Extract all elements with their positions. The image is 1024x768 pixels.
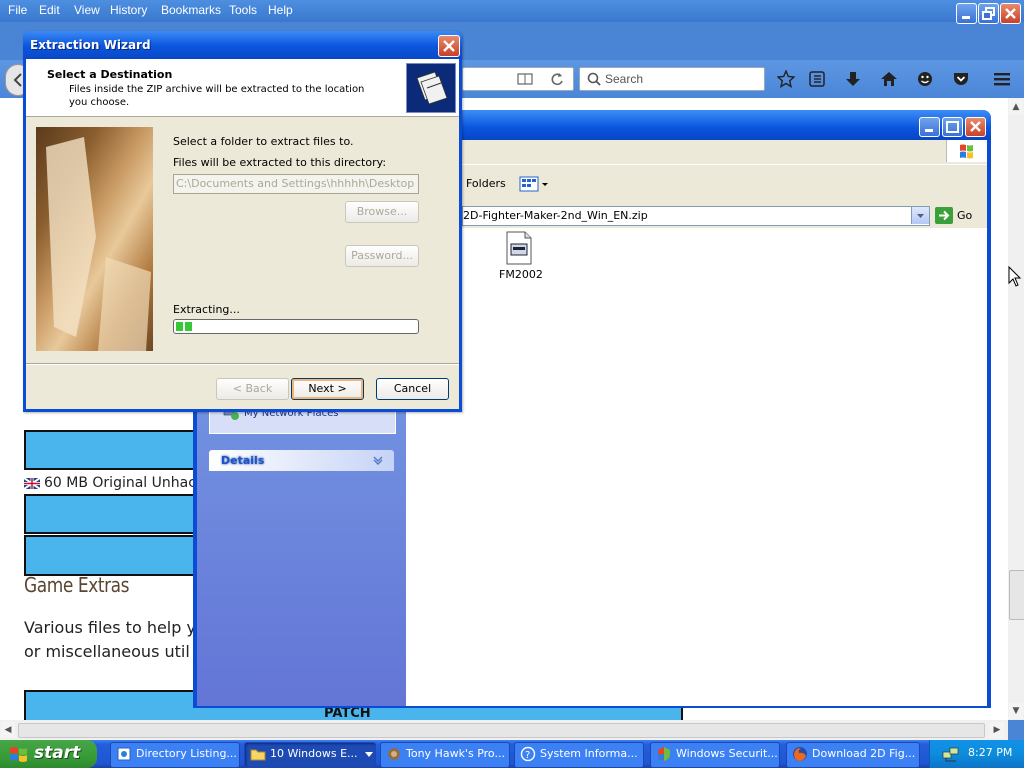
address-dropdown-icon[interactable] — [911, 207, 929, 224]
browse-button[interactable]: Browse... — [345, 201, 419, 223]
scroll-right-button[interactable]: ▶ — [990, 722, 1004, 738]
explorer-maximize-button[interactable] — [942, 117, 963, 137]
firefox-menubar: File Edit View History Bookmarks Tools H… — [0, 0, 1024, 22]
wizard-divider — [26, 363, 459, 364]
address-text: 2D-Fighter-Maker-2nd_Win_EN.zip — [463, 209, 648, 222]
menu-file[interactable]: File — [8, 3, 27, 17]
wizard-header-title: Select a Destination — [47, 68, 173, 81]
explorer-close-button[interactable] — [965, 117, 986, 137]
file-label[interactable]: FM2002 — [499, 268, 543, 281]
game-icon — [388, 748, 400, 760]
task-firefox-download[interactable]: Download 2D Fig... — [786, 742, 920, 768]
task-windows-security[interactable]: Windows Securit... — [650, 742, 780, 768]
wizard-close-button[interactable] — [438, 35, 460, 57]
task-system-information[interactable]: ? System Informa... — [514, 742, 644, 768]
back-wizard-button[interactable]: < Back — [216, 378, 289, 400]
pocket-icon[interactable] — [952, 70, 970, 88]
progress-fill — [176, 322, 193, 331]
security-shield-icon — [658, 747, 670, 761]
menu-tools[interactable]: Tools — [229, 3, 257, 17]
download-bar[interactable] — [24, 430, 203, 470]
wizard-title: Extraction Wizard — [30, 38, 151, 52]
windows-logo-icon — [946, 140, 987, 162]
select-folder-label: Select a folder to extract files to. — [173, 135, 354, 148]
patch-label[interactable]: PATCH — [324, 706, 371, 721]
folder-icon — [250, 749, 266, 761]
folder-archive-icon — [406, 63, 456, 113]
browser-doc-icon — [117, 747, 131, 761]
horizontal-scrollbar[interactable]: ◀ ▶ — [0, 720, 1008, 740]
group-dropdown-icon — [365, 752, 373, 757]
extracting-label: Extracting... — [173, 303, 240, 316]
explorer-minimize-button[interactable] — [919, 117, 940, 137]
wizard-side-image — [36, 127, 153, 351]
help-circle-icon: ? — [520, 746, 536, 762]
reading-list-icon[interactable] — [808, 70, 826, 88]
reload-icon[interactable] — [549, 71, 565, 87]
scroll-left-button[interactable]: ◀ — [1, 722, 15, 738]
password-button[interactable]: Password... — [345, 245, 419, 267]
horizontal-scroll-thumb[interactable] — [18, 723, 985, 738]
hamburger-menu-icon[interactable] — [993, 70, 1011, 88]
svg-text:?: ? — [525, 750, 530, 761]
chevron-down-icon[interactable] — [371, 454, 385, 466]
close-button[interactable] — [1000, 3, 1021, 24]
bookmark-star-icon[interactable] — [777, 70, 795, 88]
vertical-scroll-thumb[interactable] — [1009, 570, 1024, 620]
clock[interactable]: 8:27 PM — [968, 746, 1012, 759]
explorer-file-pane — [406, 228, 987, 706]
folders-button[interactable]: Folders — [466, 177, 506, 190]
system-tray: 8:27 PM — [929, 740, 1024, 768]
go-arrow-icon[interactable] — [935, 207, 953, 224]
download-icon[interactable] — [844, 70, 862, 88]
details-panel-header[interactable]: Details — [209, 450, 394, 471]
views-icon[interactable] — [517, 173, 551, 195]
destination-path-field[interactable]: C:\Documents and Settings\hhhhh\Desktop — [173, 174, 419, 194]
task-tony-hawk[interactable]: Tony Hawk's Pro... — [380, 742, 510, 768]
mouse-cursor-icon — [1008, 266, 1024, 288]
menu-edit[interactable]: Edit — [39, 3, 60, 17]
menu-bookmarks[interactable]: Bookmarks — [161, 3, 221, 17]
file-icon[interactable] — [504, 231, 534, 265]
paragraph-line-2: or miscellaneous util — [24, 642, 190, 661]
menu-view[interactable]: View — [74, 3, 100, 17]
home-icon[interactable] — [880, 70, 898, 88]
search-input[interactable]: Search — [579, 67, 765, 91]
network-tray-icon[interactable] — [942, 746, 960, 762]
scroll-up-button[interactable]: ▲ — [1009, 99, 1023, 115]
paragraph-line-1: Various files to help y — [24, 618, 196, 637]
section-title: Game Extras — [24, 573, 130, 597]
start-label: start — [34, 743, 81, 763]
address-field[interactable]: 2D-Fighter-Maker-2nd_Win_EN.zip — [462, 206, 930, 226]
scroll-down-button[interactable]: ▼ — [1009, 703, 1023, 719]
directory-label: Files will be extracted to this director… — [173, 156, 387, 169]
cancel-button[interactable]: Cancel — [376, 378, 449, 400]
wizard-header-description: Files inside the ZIP archive will be ext… — [69, 84, 365, 108]
windows-flag-icon — [10, 747, 27, 762]
restore-button[interactable] — [978, 3, 999, 24]
uk-flag-icon — [24, 478, 40, 489]
hello-smiley-icon[interactable] — [916, 70, 934, 88]
minimize-button[interactable] — [956, 3, 977, 24]
go-button[interactable]: Go — [957, 209, 972, 222]
destination-path-text: C:\Documents and Settings\hhhhh\Desktop — [176, 177, 415, 190]
url-bar[interactable] — [462, 67, 574, 91]
menu-history[interactable]: History — [110, 3, 147, 17]
extraction-progress-bar — [173, 319, 419, 334]
next-button[interactable]: Next > — [291, 378, 364, 400]
firefox-icon — [793, 747, 807, 761]
wizard-header: Select a Destination Files inside the ZI… — [26, 59, 459, 117]
download-bar-3[interactable] — [24, 535, 203, 576]
menu-help[interactable]: Help — [268, 3, 293, 17]
task-windows-explorer-group[interactable]: 10 Windows E... — [244, 742, 376, 768]
task-directory-listing[interactable]: Directory Listing... — [110, 742, 240, 768]
download-bar-2[interactable] — [24, 494, 203, 534]
search-icon — [587, 72, 601, 86]
download-size-text[interactable]: 60 MB Original Unhac — [44, 475, 196, 491]
search-placeholder: Search — [605, 72, 644, 86]
details-label: Details — [221, 454, 265, 467]
vertical-scrollbar[interactable]: ▲ ▼ — [1008, 98, 1024, 720]
